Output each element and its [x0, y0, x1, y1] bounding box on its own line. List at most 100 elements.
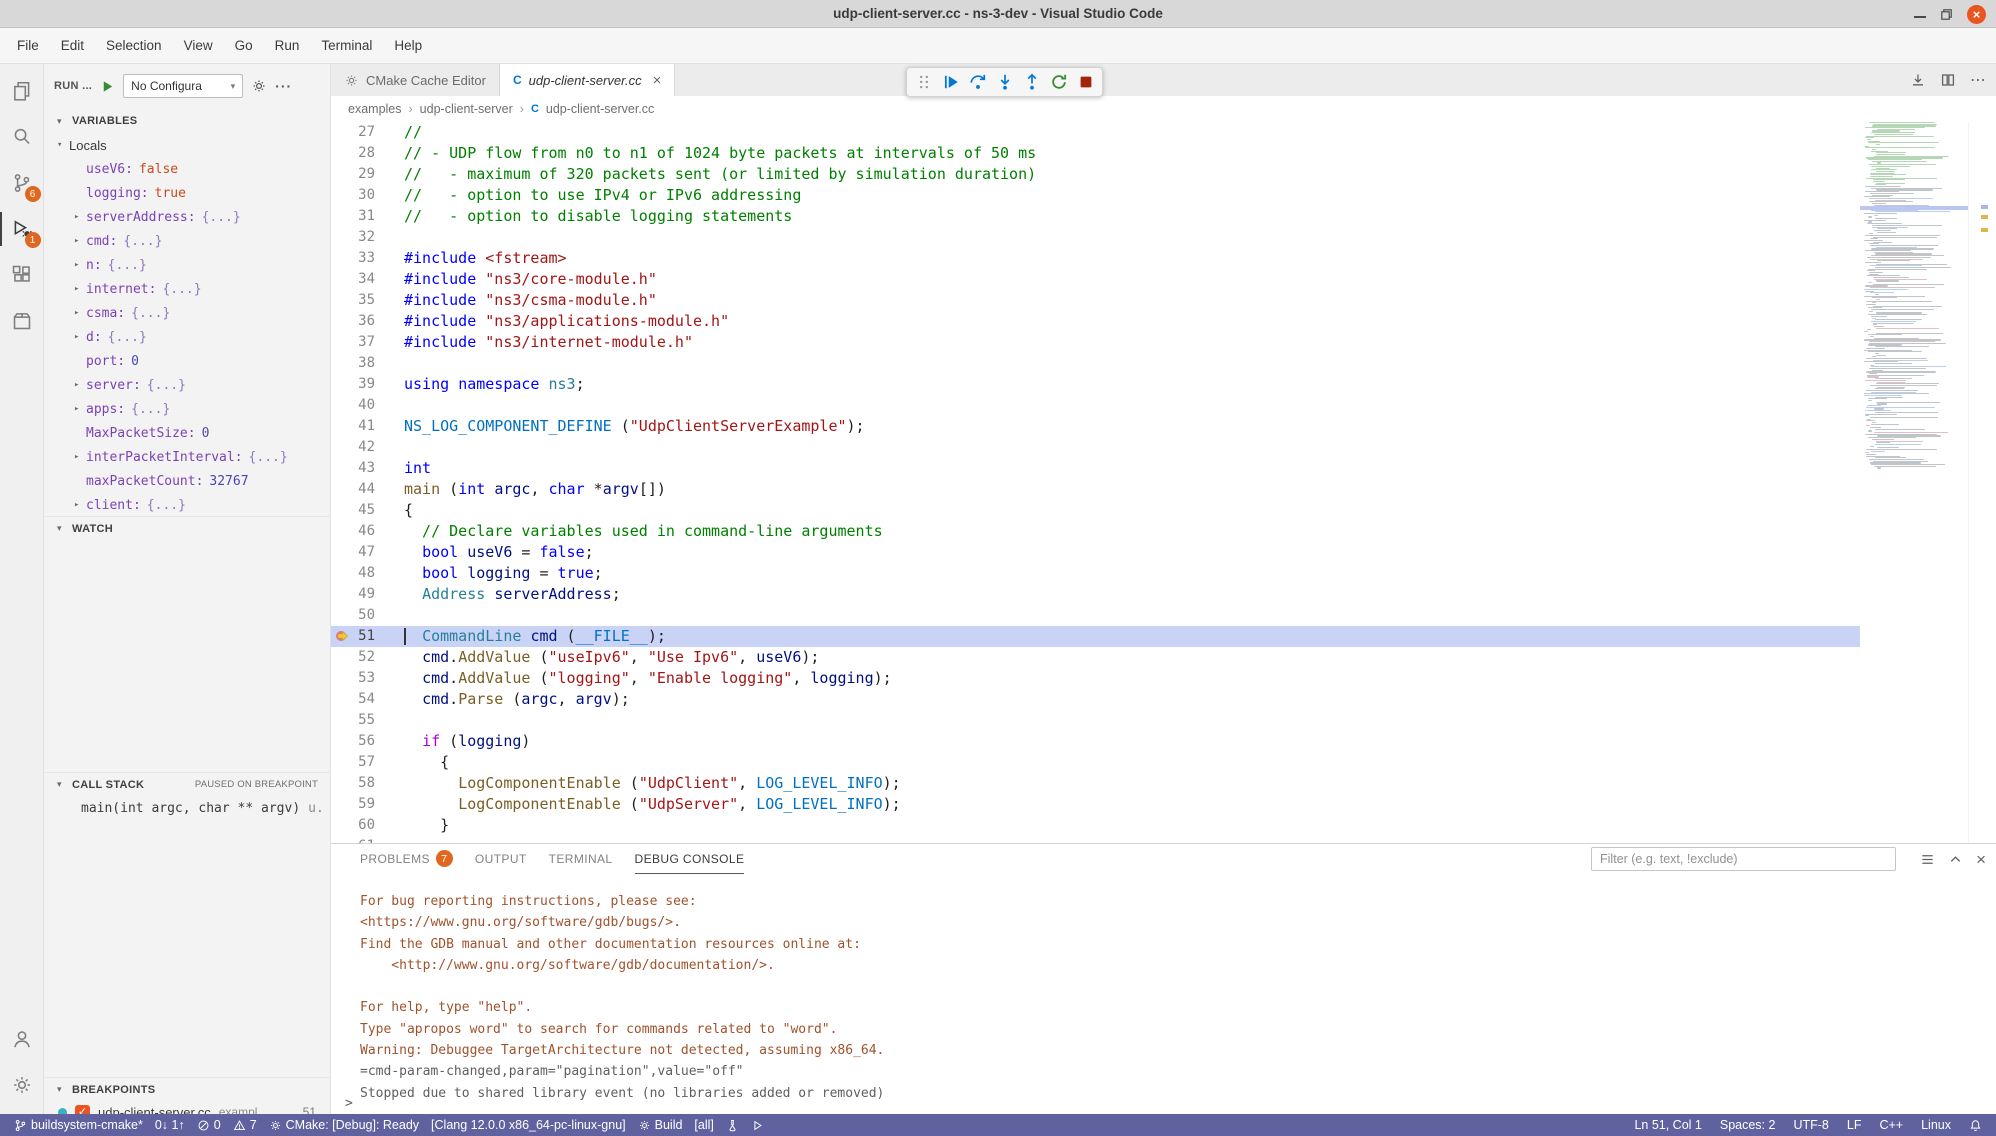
variable-row[interactable]: port:0 — [44, 349, 330, 373]
stack-frame[interactable]: main(int argc, char ** argv) u. — [44, 796, 330, 820]
restart-icon[interactable] — [1046, 70, 1071, 95]
line-number[interactable]: 30 — [331, 185, 375, 206]
status-cursor-position[interactable]: Ln 51, Col 1 — [1628, 1114, 1707, 1136]
status-os[interactable]: Linux — [1915, 1114, 1957, 1136]
status-notifications[interactable] — [1963, 1114, 1988, 1136]
code-line[interactable]: 41NS_LOG_COMPONENT_DEFINE ("UdpClientSer… — [331, 416, 1860, 437]
close-icon[interactable]: × — [1967, 5, 1986, 24]
status-encoding[interactable]: UTF-8 — [1787, 1114, 1834, 1136]
code-line[interactable]: 39using namespace ns3; — [331, 374, 1860, 395]
line-number[interactable]: 54 — [331, 689, 375, 710]
code-line[interactable]: 60 } — [331, 815, 1860, 836]
code-line[interactable]: 59 LogComponentEnable ("UdpServer", LOG_… — [331, 794, 1860, 815]
variable-row[interactable]: logging:true — [44, 181, 330, 205]
line-number[interactable]: 28 — [331, 143, 375, 164]
search-icon[interactable] — [0, 114, 44, 160]
breakpoint-checkbox[interactable]: ✓ — [75, 1105, 90, 1115]
split-editor-icon[interactable] — [1940, 72, 1956, 88]
status-errors[interactable]: 0 — [191, 1114, 227, 1136]
variable-row[interactable]: ▸n:{...} — [44, 253, 330, 277]
line-number[interactable]: 51 — [331, 626, 375, 647]
download-icon[interactable] — [1910, 72, 1926, 88]
line-number[interactable]: 45 — [331, 500, 375, 521]
stop-icon[interactable] — [1073, 70, 1098, 95]
line-number[interactable]: 49 — [331, 584, 375, 605]
explorer-icon[interactable] — [0, 68, 44, 114]
variable-row[interactable]: ▸cmd:{...} — [44, 229, 330, 253]
close-tab-icon[interactable]: × — [653, 72, 662, 89]
variable-row[interactable]: ▸server:{...} — [44, 373, 330, 397]
step-out-icon[interactable] — [1019, 70, 1044, 95]
more-actions-icon[interactable]: ⋯ — [1970, 70, 1986, 90]
code-line[interactable]: 57 { — [331, 752, 1860, 773]
code-line[interactable]: 37#include "ns3/internet-module.h" — [331, 332, 1860, 353]
code-editor[interactable]: 27//28// - UDP flow from n0 to n1 of 102… — [331, 122, 1860, 843]
code-line[interactable]: 58 LogComponentEnable ("UdpClient", LOG_… — [331, 773, 1860, 794]
line-number[interactable]: 31 — [331, 206, 375, 227]
line-number[interactable]: 43 — [331, 458, 375, 479]
code-line[interactable]: 55 — [331, 710, 1860, 731]
variable-row[interactable]: ▾Locals — [44, 133, 330, 157]
line-number[interactable]: 55 — [331, 710, 375, 731]
code-line[interactable]: 45{ — [331, 500, 1860, 521]
menu-item-help[interactable]: Help — [383, 33, 433, 59]
variable-row[interactable]: maxPacketCount:32767 — [44, 469, 330, 493]
variable-row[interactable]: MaxPacketSize:0 — [44, 421, 330, 445]
line-number[interactable]: 27 — [331, 122, 375, 143]
drag-handle-icon[interactable] — [911, 70, 936, 95]
line-number[interactable]: 40 — [331, 395, 375, 416]
status-git-sync[interactable]: 0↓ 1↑ — [149, 1114, 191, 1136]
code-line[interactable]: 29// - maximum of 320 packets sent (or l… — [331, 164, 1860, 185]
continue-icon[interactable] — [938, 70, 963, 95]
step-into-icon[interactable] — [992, 70, 1017, 95]
code-line[interactable]: 33#include <fstream> — [331, 248, 1860, 269]
line-number[interactable]: 61 — [331, 836, 375, 843]
code-line[interactable]: 36#include "ns3/applications-module.h" — [331, 311, 1860, 332]
line-number[interactable]: 36 — [331, 311, 375, 332]
code-line[interactable]: 56 if (logging) — [331, 731, 1860, 752]
line-number[interactable]: 46 — [331, 521, 375, 542]
code-line[interactable]: 53 cmd.AddValue ("logging", "Enable logg… — [331, 668, 1860, 689]
line-number[interactable]: 50 — [331, 605, 375, 626]
maximize-panel-icon[interactable] — [1948, 852, 1963, 867]
status-language-mode[interactable]: C++ — [1873, 1114, 1909, 1136]
status-warnings[interactable]: 7 — [227, 1114, 263, 1136]
status-cmake-status[interactable]: CMake: [Debug]: Ready — [263, 1114, 425, 1136]
menu-item-terminal[interactable]: Terminal — [310, 33, 383, 59]
status-cmake-test[interactable] — [720, 1114, 745, 1136]
code-line[interactable]: 48 bool logging = true; — [331, 563, 1860, 584]
minimize-icon[interactable] — [1914, 6, 1926, 18]
status-git-branch[interactable]: buildsystem-cmake* — [8, 1114, 149, 1136]
code-line[interactable]: 28// - UDP flow from n0 to n1 of 1024 by… — [331, 143, 1860, 164]
code-line[interactable]: 31// - option to disable logging stateme… — [331, 206, 1860, 227]
code-line[interactable]: 46 // Declare variables used in command-… — [331, 521, 1860, 542]
settings-gear-icon[interactable] — [0, 1062, 44, 1108]
status-cmake-build[interactable]: Build — [632, 1114, 689, 1136]
clear-console-icon[interactable] — [1920, 852, 1935, 867]
variable-row[interactable]: ▸interPacketInterval:{...} — [44, 445, 330, 469]
line-number[interactable]: 44 — [331, 479, 375, 500]
status-eol[interactable]: LF — [1841, 1114, 1868, 1136]
line-number[interactable]: 59 — [331, 794, 375, 815]
code-line[interactable]: 32 — [331, 227, 1860, 248]
line-number[interactable]: 35 — [331, 290, 375, 311]
breakpoint-item[interactable]: ✓ udp-client-server.cc exampl... 51 — [44, 1101, 330, 1114]
account-icon[interactable] — [0, 1016, 44, 1062]
code-line[interactable]: 40 — [331, 395, 1860, 416]
minimap[interactable] — [1860, 122, 1968, 843]
line-number[interactable]: 56 — [331, 731, 375, 752]
line-number[interactable]: 52 — [331, 647, 375, 668]
watch-section-header[interactable]: ▾ WATCH — [44, 516, 330, 540]
menu-item-view[interactable]: View — [173, 33, 224, 59]
code-line[interactable]: 30// - option to use IPv4 or IPv6 addres… — [331, 185, 1860, 206]
line-number[interactable]: 48 — [331, 563, 375, 584]
code-line[interactable]: 42 — [331, 437, 1860, 458]
restore-icon[interactable] — [1940, 8, 1953, 21]
close-panel-icon[interactable]: × — [1976, 852, 1986, 867]
panel-tab-debug-console[interactable]: DEBUG CONSOLE — [635, 844, 745, 874]
status-cmake-target[interactable]: [all] — [688, 1114, 719, 1136]
tab-cmake-cache-editor[interactable]: CMake Cache Editor — [331, 64, 500, 96]
line-number[interactable]: 37 — [331, 332, 375, 353]
menu-item-edit[interactable]: Edit — [50, 33, 95, 59]
line-number[interactable]: 38 — [331, 353, 375, 374]
